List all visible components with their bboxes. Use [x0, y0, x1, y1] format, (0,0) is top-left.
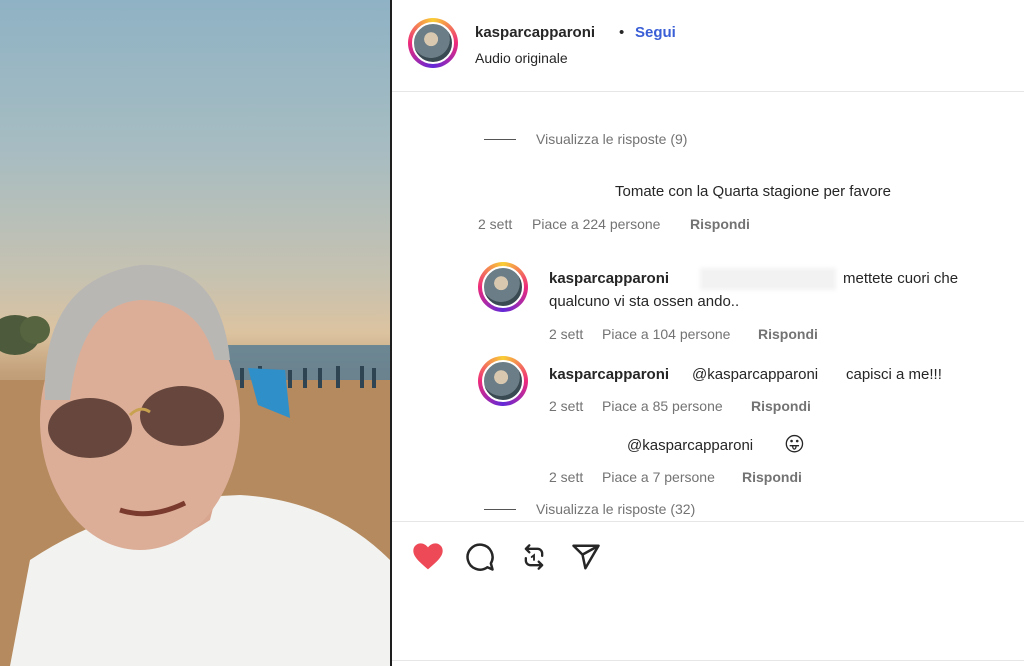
blurred-mention	[700, 268, 836, 290]
comments-panel: kasparcapparoni • Segui Audio originale …	[392, 0, 1024, 666]
reply-avatar[interactable]	[478, 262, 528, 312]
reply-text-line1: mettete cuori che	[843, 270, 959, 287]
bottom-divider	[392, 660, 1024, 661]
reply-button[interactable]: Rispondi	[751, 398, 811, 414]
tongue-emoji: 😛	[784, 434, 805, 456]
send-icon[interactable]	[571, 542, 601, 572]
reply-likes[interactable]: Piace a 85 persone	[602, 398, 723, 414]
reply-username[interactable]: kasparcapparoni	[549, 270, 669, 287]
reply-mention[interactable]: @kasparcapparoni	[627, 437, 753, 454]
view-replies-line	[484, 139, 516, 140]
comment-icon[interactable]	[465, 542, 495, 572]
reply-username[interactable]: kasparcapparoni	[549, 366, 669, 383]
reply-age: 2 sett	[549, 326, 584, 342]
header-divider	[392, 91, 1024, 92]
reply-age: 2 sett	[549, 469, 584, 485]
post-media[interactable]	[0, 0, 390, 666]
reply-likes[interactable]: Piace a 104 persone	[602, 326, 730, 342]
post-photo	[0, 264, 390, 666]
comment-likes[interactable]: Piace a 224 persone	[532, 216, 660, 232]
reply-text: capisci a me!!!	[846, 366, 942, 383]
reply-button[interactable]: Rispondi	[690, 216, 750, 232]
reply-button[interactable]: Rispondi	[742, 469, 802, 485]
reply-likes[interactable]: Piace a 7 persone	[602, 469, 715, 485]
header-separator: •	[619, 24, 625, 41]
header-username[interactable]: kasparcapparoni	[475, 24, 595, 41]
actions-divider	[392, 521, 1024, 522]
view-replies-button[interactable]: Visualizza le risposte (9)	[536, 131, 687, 147]
reply-text-line2: qualcuno vi sta ossen ando..	[549, 293, 740, 310]
header-avatar[interactable]	[408, 18, 458, 68]
audio-label[interactable]: Audio originale	[475, 50, 568, 66]
reply-avatar[interactable]	[478, 356, 528, 406]
repost-icon[interactable]	[520, 542, 548, 572]
comment-text: Tomate con la Quarta stagione per favore	[615, 183, 891, 200]
reply-mention[interactable]: @kasparcapparoni	[692, 366, 818, 383]
follow-button[interactable]: Segui	[635, 24, 676, 41]
heart-filled-icon[interactable]	[412, 541, 444, 571]
reply-button[interactable]: Rispondi	[758, 326, 818, 342]
reply-age: 2 sett	[549, 398, 584, 414]
view-replies-button[interactable]: Visualizza le risposte (32)	[536, 501, 695, 517]
view-replies-line	[484, 509, 516, 510]
comment-age: 2 sett	[478, 216, 513, 232]
